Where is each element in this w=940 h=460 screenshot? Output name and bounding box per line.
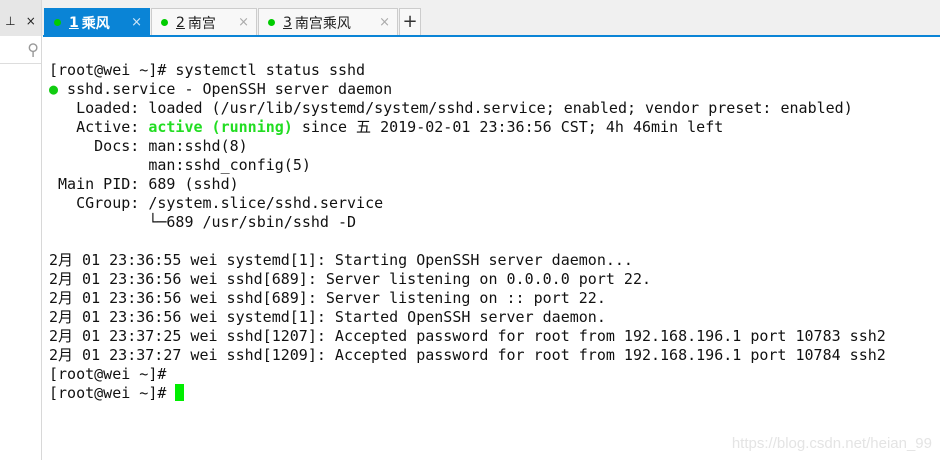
terminal-line: 2月 01 23:36:55 wei systemd[1]: Starting … [49, 251, 633, 269]
terminal-line: [root@wei ~]# [49, 384, 886, 403]
service-title: sshd.service - OpenSSH server daemon [58, 80, 393, 98]
terminal-line: 2月 01 23:36:56 wei sshd[689]: Server lis… [49, 270, 651, 288]
terminal-line: 2月 01 23:37:27 wei sshd[1209]: Accepted … [49, 346, 886, 364]
active-state: active (running) [148, 118, 293, 136]
tab-2[interactable]: 2 南宫 × [151, 8, 257, 36]
tab-label: 乘风 [81, 15, 110, 32]
tab-1[interactable]: 1 乘风 × [44, 8, 150, 36]
close-tab-icon[interactable]: × [238, 15, 249, 30]
tab-label: 南宫 [187, 15, 216, 32]
active-label: Active: [49, 118, 149, 136]
active-since: since 五 2019-02-01 23:36:56 CST; 4h 46mi… [292, 118, 724, 136]
watermark: https://blog.csdn.net/heian_99 [731, 435, 932, 452]
terminal-line: ● sshd.service - OpenSSH server daemon [49, 80, 886, 99]
tab-number: 1 [69, 14, 79, 31]
terminal-line: Main PID: 689 (sshd) [49, 175, 239, 193]
terminal-line: Docs: man:sshd(8) [49, 137, 248, 155]
status-dot-icon [54, 19, 61, 26]
close-tab-icon[interactable]: × [379, 15, 390, 30]
magnifier-icon[interactable]: ⚲ [27, 40, 39, 59]
add-tab-button[interactable]: + [399, 8, 421, 36]
session-search[interactable]: ⚲ [0, 36, 41, 64]
prompt: [root@wei ~]# [49, 384, 176, 402]
tab-label: 南宫乘风 [294, 15, 351, 32]
terminal-line: CGroup: /system.slice/sshd.service [49, 194, 384, 212]
session-panel: ⊥ × ⚲ [0, 0, 42, 460]
tab-3[interactable]: 3 南宫乘风 × [258, 8, 398, 36]
tab-underline [43, 35, 940, 37]
terminal-line: [root@wei ~]# [49, 365, 167, 383]
terminal-line: Loaded: loaded (/usr/lib/systemd/system/… [49, 99, 853, 117]
pin-icon[interactable]: ⊥ [5, 14, 15, 28]
terminal-line: 2月 01 23:36:56 wei sshd[689]: Server lis… [49, 289, 606, 307]
terminal-cursor [175, 384, 185, 401]
terminal-line: 2月 01 23:36:56 wei systemd[1]: Started O… [49, 308, 606, 326]
status-dot-icon [268, 19, 275, 26]
terminal-output[interactable]: [root@wei ~]# systemctl status sshd ● ss… [49, 61, 886, 403]
terminal-line: 2月 01 23:37:25 wei sshd[1207]: Accepted … [49, 327, 886, 345]
tab-number: 3 [283, 14, 292, 31]
close-panel-button[interactable]: × [26, 14, 36, 28]
terminal-line: [root@wei ~]# systemctl status sshd [49, 61, 366, 79]
terminal-line: Active: active (running) since 五 2019-02… [49, 118, 886, 137]
tab-number: 2 [176, 14, 185, 31]
status-bullet-icon: ● [49, 80, 59, 98]
terminal-line: man:sshd_config(5) [49, 156, 311, 174]
terminal-line: └─689 /usr/sbin/sshd -D [49, 213, 357, 231]
close-tab-icon[interactable]: × [131, 15, 142, 30]
status-dot-icon [161, 19, 168, 26]
